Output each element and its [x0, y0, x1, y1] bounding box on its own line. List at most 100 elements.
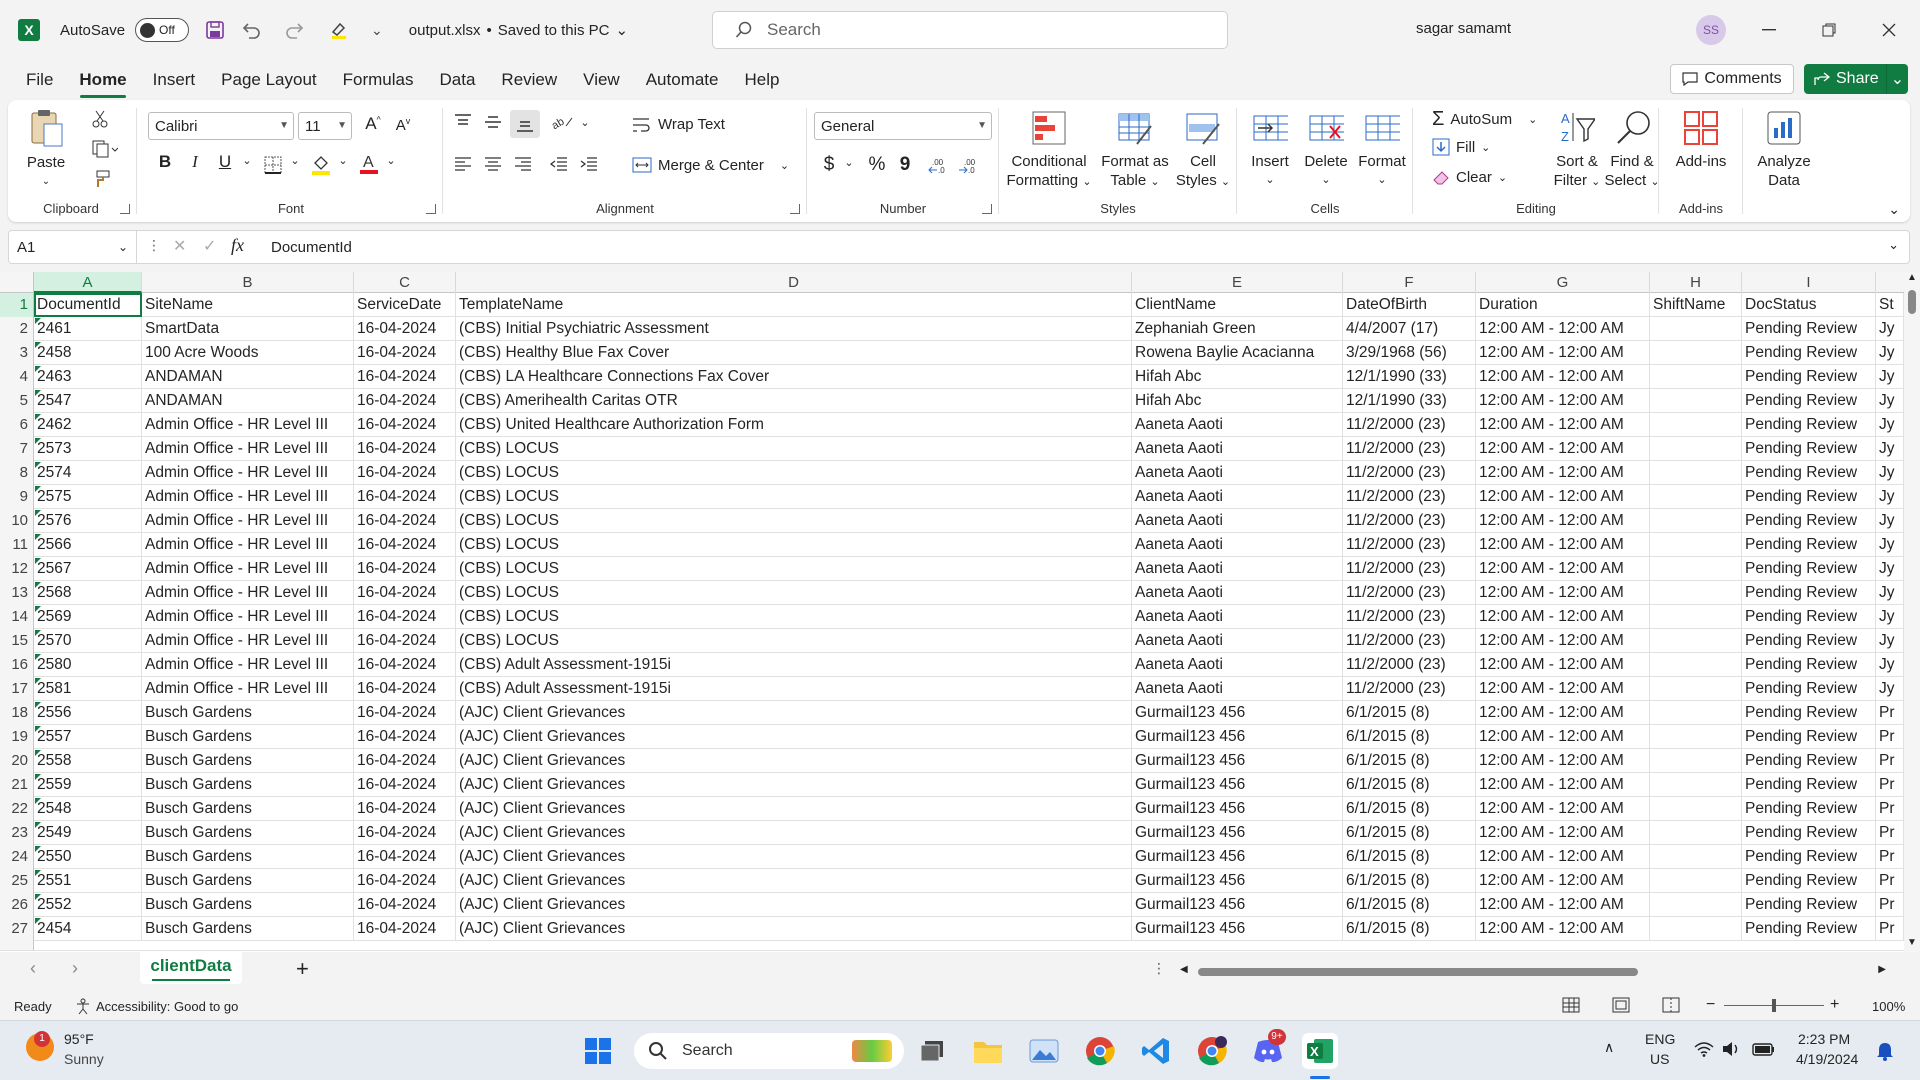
cell[interactable]: (CBS) LOCUS [456, 461, 1132, 485]
cell[interactable]: (AJC) Client Grievances [456, 749, 1132, 773]
align-left-icon[interactable] [450, 156, 476, 172]
error-indicator-icon[interactable] [35, 390, 41, 396]
cell[interactable]: (CBS) LOCUS [456, 437, 1132, 461]
cell[interactable]: 12:00 AM - 12:00 AM [1476, 533, 1650, 557]
cell[interactable] [1650, 629, 1742, 653]
cell[interactable]: (CBS) LOCUS [456, 605, 1132, 629]
cell[interactable]: 12:00 AM - 12:00 AM [1476, 845, 1650, 869]
cell[interactable]: Admin Office - HR Level III [142, 461, 354, 485]
row-header[interactable]: 6 [0, 413, 34, 437]
cell[interactable]: 11/2/2000 (23) [1343, 413, 1476, 437]
cell[interactable]: (CBS) Amerihealth Caritas OTR [456, 389, 1132, 413]
font-size-select[interactable]: 11 ▼ [298, 112, 352, 140]
cell[interactable] [1650, 581, 1742, 605]
cell[interactable]: 12:00 AM - 12:00 AM [1476, 869, 1650, 893]
cell[interactable]: Admin Office - HR Level III [142, 653, 354, 677]
cell[interactable]: 16-04-2024 [354, 437, 456, 461]
undo-icon[interactable] [241, 21, 261, 39]
cell[interactable]: (CBS) Healthy Blue Fax Cover [456, 341, 1132, 365]
analyze-data-button[interactable]: Analyze Data [1750, 108, 1818, 190]
cell[interactable] [1650, 341, 1742, 365]
tab-data[interactable]: Data [427, 60, 489, 100]
chevron-down-icon[interactable]: ⌄ [330, 154, 356, 167]
cell[interactable]: Pending Review [1742, 725, 1876, 749]
cell[interactable]: (AJC) Client Grievances [456, 797, 1132, 821]
cell[interactable]: (CBS) LOCUS [456, 485, 1132, 509]
cell[interactable]: (AJC) Client Grievances [456, 701, 1132, 725]
cell[interactable] [1650, 605, 1742, 629]
cell[interactable]: Pending Review [1742, 797, 1876, 821]
more-options-icon[interactable]: ⋮ [147, 237, 161, 254]
cell[interactable]: 11/2/2000 (23) [1343, 581, 1476, 605]
cell[interactable]: 16-04-2024 [354, 869, 456, 893]
cell[interactable]: (AJC) Client Grievances [456, 869, 1132, 893]
cell[interactable]: 12/1/1990 (33) [1343, 365, 1476, 389]
cell[interactable]: ANDAMAN [142, 389, 354, 413]
chrome-profile-icon[interactable] [1194, 1033, 1230, 1069]
cell[interactable]: Jy [1876, 533, 1904, 557]
column-header-g[interactable]: G [1476, 272, 1650, 293]
cell[interactable]: Hifah Abc [1132, 365, 1343, 389]
cell[interactable]: 11/2/2000 (23) [1343, 557, 1476, 581]
cell[interactable]: Gurmail123 456 [1132, 725, 1343, 749]
error-indicator-icon[interactable] [35, 846, 41, 852]
cell[interactable]: Busch Gardens [142, 773, 354, 797]
cell[interactable]: 11/2/2000 (23) [1343, 653, 1476, 677]
sort-filter-button[interactable]: AZ Sort & Filter ⌄ [1550, 108, 1604, 192]
cell[interactable]: Gurmail123 456 [1132, 845, 1343, 869]
language-2[interactable]: US [1650, 1051, 1669, 1067]
cell[interactable]: Jy [1876, 317, 1904, 341]
cell[interactable]: Pr [1876, 749, 1904, 773]
cell[interactable]: TemplateName [456, 293, 1132, 317]
scroll-right-icon[interactable]: ▶ [1878, 964, 1886, 975]
cell[interactable]: Aaneta Aaoti [1132, 629, 1343, 653]
cell[interactable]: Busch Gardens [142, 725, 354, 749]
cell[interactable]: 16-04-2024 [354, 725, 456, 749]
row-header[interactable]: 23 [0, 821, 34, 845]
cell[interactable]: 2462 [34, 413, 142, 437]
cell[interactable]: Pending Review [1742, 533, 1876, 557]
error-indicator-icon[interactable] [35, 894, 41, 900]
error-indicator-icon[interactable] [35, 822, 41, 828]
cell[interactable]: Jy [1876, 677, 1904, 701]
close-icon[interactable] [1874, 16, 1904, 44]
cell[interactable] [1650, 869, 1742, 893]
cell[interactable] [1650, 845, 1742, 869]
cell[interactable] [1650, 749, 1742, 773]
column-header-d[interactable]: D [456, 272, 1132, 293]
zoom-level[interactable]: 100% [1872, 999, 1905, 1014]
cell[interactable] [1650, 653, 1742, 677]
cell[interactable]: 16-04-2024 [354, 653, 456, 677]
cell[interactable]: Jy [1876, 653, 1904, 677]
row-header[interactable]: 21 [0, 773, 34, 797]
cell[interactable]: Pending Review [1742, 821, 1876, 845]
cell[interactable]: Pending Review [1742, 653, 1876, 677]
decrease-indent-icon[interactable] [546, 156, 572, 172]
row-header[interactable]: 27 [0, 917, 34, 941]
cell[interactable]: (CBS) LA Healthcare Connections Fax Cove… [456, 365, 1132, 389]
zoom-slider[interactable] [1724, 999, 1824, 1012]
cell[interactable]: 2559 [34, 773, 142, 797]
cell[interactable]: (AJC) Client Grievances [456, 893, 1132, 917]
cell[interactable]: 2558 [34, 749, 142, 773]
zoom-slider-thumb[interactable] [1772, 999, 1776, 1012]
chevron-down-icon[interactable]: ⌄ [234, 154, 260, 167]
cell[interactable]: Gurmail123 456 [1132, 701, 1343, 725]
cell[interactable]: Admin Office - HR Level III [142, 581, 354, 605]
cell[interactable]: 16-04-2024 [354, 389, 456, 413]
cell[interactable]: 16-04-2024 [354, 893, 456, 917]
cell[interactable]: (AJC) Client Grievances [456, 917, 1132, 941]
cell[interactable]: (AJC) Client Grievances [456, 821, 1132, 845]
cell[interactable]: Admin Office - HR Level III [142, 413, 354, 437]
cell[interactable]: Admin Office - HR Level III [142, 629, 354, 653]
cell[interactable]: 12:00 AM - 12:00 AM [1476, 341, 1650, 365]
cell[interactable]: Pending Review [1742, 509, 1876, 533]
cell[interactable]: 12:00 AM - 12:00 AM [1476, 893, 1650, 917]
copy-icon[interactable] [92, 140, 118, 158]
cell[interactable]: 2580 [34, 653, 142, 677]
cell[interactable]: Aaneta Aaoti [1132, 485, 1343, 509]
cell[interactable]: 12:00 AM - 12:00 AM [1476, 461, 1650, 485]
cell[interactable]: Jy [1876, 509, 1904, 533]
document-title[interactable]: output.xlsx • Saved to this PC ⌄ [409, 21, 628, 40]
tab-home[interactable]: Home [66, 60, 139, 100]
